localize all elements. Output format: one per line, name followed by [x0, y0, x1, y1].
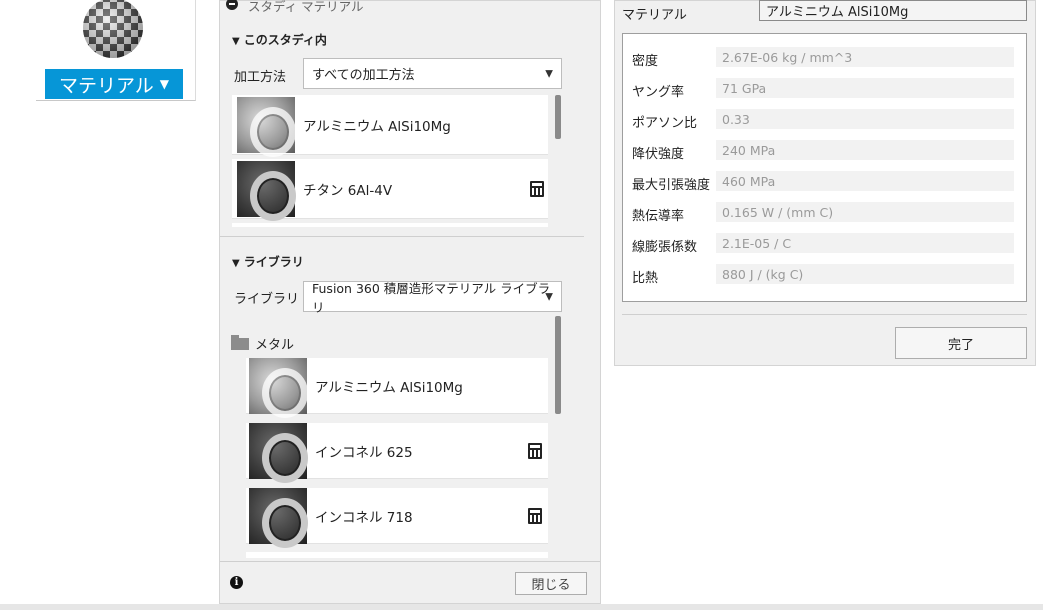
material-label: マテリアル	[622, 8, 687, 23]
property-label: 密度	[632, 54, 659, 69]
library-heading: ライブラリ	[243, 255, 304, 269]
material-name: アルミニウム AlSi10Mg	[303, 118, 451, 135]
material-thumbnail	[249, 422, 308, 483]
divider	[220, 561, 600, 562]
material-name: アルミニウム AlSi10Mg	[315, 379, 463, 396]
library-label: ライブラリ	[234, 292, 300, 307]
property-label: 比熱	[632, 271, 659, 286]
caret-down-icon: ▼	[159, 77, 170, 91]
folder-metal[interactable]: メタル	[231, 334, 294, 353]
material-thumbnail	[249, 358, 308, 418]
material-thumbnail	[249, 487, 308, 548]
close-button[interactable]: 閉じる	[515, 572, 587, 595]
library-section-toggle[interactable]: ▼ ライブラリ	[232, 253, 304, 270]
folder-icon	[231, 334, 249, 350]
checker-sphere-icon[interactable]	[80, 0, 146, 62]
property-label: 熱伝導率	[632, 209, 685, 224]
calculator-icon	[528, 442, 542, 459]
property-value: 460 MPa	[716, 171, 1014, 191]
info-icon[interactable]: i	[230, 576, 243, 589]
divider	[622, 314, 1027, 315]
in-study-heading: このスタディ内	[243, 33, 327, 47]
material-name: インコネル 625	[315, 444, 413, 461]
folder-label: メタル	[255, 338, 295, 353]
property-value: 2.1E-05 / C	[716, 233, 1014, 253]
property-value: 880 J / (kg C)	[716, 264, 1014, 284]
material-button-label: マテリアル	[58, 74, 154, 97]
list-item[interactable]: アルミニウム AlSi10Mg	[246, 358, 548, 418]
method-select[interactable]: すべての加工方法 ▼	[303, 58, 562, 89]
material-name: チタン 6Al-4V	[303, 182, 393, 199]
divider	[220, 236, 584, 237]
material-name: インコネル 718	[315, 509, 413, 526]
property-label: 線膨張係数	[632, 240, 698, 255]
material-name-field: アルミニウム AlSi10Mg	[759, 0, 1027, 21]
triangle-down-icon: ▼	[232, 258, 240, 269]
study-material-list: アルミニウム AlSi10Mg チタン 6Al-4V	[232, 95, 548, 227]
library-material-list: アルミニウム AlSi10Mg インコネル 625 インコネル 718	[246, 358, 548, 558]
property-label: 降伏強度	[632, 147, 685, 162]
bottom-strip	[0, 604, 1043, 610]
property-value: 0.33	[716, 109, 1014, 129]
list-item-partial[interactable]	[246, 552, 548, 558]
calculator-icon	[528, 507, 542, 524]
property-label: ヤング率	[632, 85, 685, 100]
scrollbar-thumb[interactable]	[555, 316, 561, 414]
list-item[interactable]: チタン 6Al-4V	[232, 159, 548, 221]
dropdown-arrow-icon: ▼	[545, 291, 553, 302]
property-value: 2.67E-06 kg / mm^3	[716, 47, 1014, 67]
property-value: 71 GPa	[716, 78, 1014, 98]
in-study-section-toggle[interactable]: ▼ このスタディ内	[232, 31, 327, 48]
list-item[interactable]: インコネル 625	[246, 422, 548, 483]
property-value: 240 MPa	[716, 140, 1014, 160]
property-label: ポアソン比	[632, 116, 698, 131]
calculator-icon	[530, 180, 544, 197]
triangle-down-icon: ▼	[232, 36, 240, 47]
library-select[interactable]: Fusion 360 積層造形マテリアル ライブラリ ▼	[303, 281, 562, 315]
list-item-partial[interactable]	[232, 223, 548, 227]
library-select-value: Fusion 360 積層造形マテリアル ライブラリ	[312, 280, 551, 315]
properties-table	[622, 33, 1027, 302]
list-item[interactable]: インコネル 718	[246, 487, 548, 548]
material-thumbnail	[237, 96, 296, 157]
method-select-value: すべての加工方法	[312, 68, 415, 83]
material-thumbnail	[237, 160, 296, 221]
method-label: 加工方法	[234, 70, 287, 85]
scrollbar-thumb[interactable]	[555, 95, 561, 139]
material-dropdown-button[interactable]: マテリアル ▼	[45, 69, 183, 99]
dropdown-arrow-icon: ▼	[545, 68, 553, 79]
property-label: 最大引張強度	[632, 178, 711, 193]
list-item[interactable]: アルミニウム AlSi10Mg	[232, 95, 548, 157]
property-value: 0.165 W / (mm C)	[716, 202, 1014, 222]
study-materials-header[interactable]: スタディ マテリアル	[248, 0, 363, 15]
done-button[interactable]: 完了	[895, 327, 1027, 359]
